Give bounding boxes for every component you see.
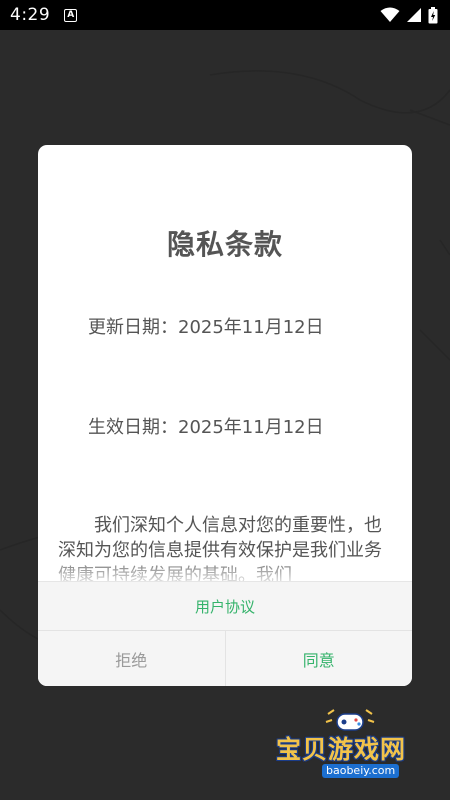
notification-a-icon: A <box>64 8 78 22</box>
watermark-url: baobeiy.com <box>322 764 400 778</box>
status-time: 4:29 <box>10 5 51 25</box>
status-icons <box>380 6 438 24</box>
status-bar: 4:29 A <box>0 0 450 30</box>
signal-icon <box>407 8 421 22</box>
user-agreement-row: 用户协议 <box>38 581 412 630</box>
updated-date: 更新日期：2025年11月12日 <box>88 317 324 338</box>
effective-date: 生效日期：2025年11月12日 <box>88 417 324 438</box>
user-agreement-link[interactable]: 用户协议 <box>195 596 255 617</box>
privacy-content-scroll[interactable]: 隐私条款 更新日期：2025年11月12日 生效日期：2025年11月12日 我… <box>38 145 412 581</box>
agree-button[interactable]: 同意 <box>226 631 413 686</box>
reject-button[interactable]: 拒绝 <box>38 631 226 686</box>
scroll-fade <box>38 555 412 581</box>
battery-icon <box>428 6 438 23</box>
dialog-title: 隐私条款 <box>166 228 283 261</box>
dialog-button-row: 拒绝 同意 <box>38 630 412 686</box>
privacy-dialog: 隐私条款 更新日期：2025年11月12日 生效日期：2025年11月12日 我… <box>38 145 412 686</box>
watermark-brand: 宝贝游戏网 <box>276 735 407 764</box>
watermark: 宝贝游戏网 baobeiy.com <box>268 708 428 788</box>
wifi-icon <box>380 7 400 22</box>
